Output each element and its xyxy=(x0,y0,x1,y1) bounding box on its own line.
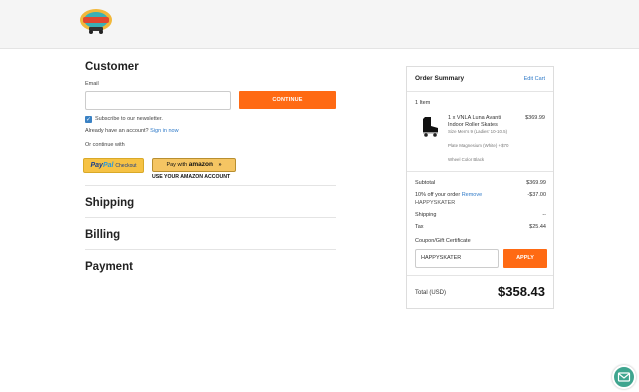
chat-button[interactable] xyxy=(612,365,636,389)
roller-skate-thumbnail xyxy=(423,117,438,137)
newsletter-label: Subscribe to our newsletter. xyxy=(95,116,163,122)
continue-button[interactable]: CONTINUE xyxy=(239,91,336,109)
order-summary-title: Order Summary xyxy=(415,75,465,82)
shipping-label: Shipping xyxy=(415,212,437,218)
paypal-checkout-label: Checkout xyxy=(115,163,137,169)
paypal-logo-pay: Pay xyxy=(90,162,103,169)
amazon-logo: amazon xyxy=(188,161,213,168)
subtotal-value: $369.99 xyxy=(526,180,546,186)
email-label: Email xyxy=(85,81,99,87)
summary-divider xyxy=(407,275,553,276)
item-name: 1 x VNLA Luna Avanti Indoor Roller Skate… xyxy=(448,115,502,128)
section-divider xyxy=(85,249,336,250)
tax-value: $25.44 xyxy=(529,224,546,230)
edit-cart-link[interactable]: Edit Cart xyxy=(524,76,545,82)
subtotal-row: Subtotal $369.99 xyxy=(415,180,546,186)
item-option-plate: Plate Magnesium (White) +$70 xyxy=(448,143,509,148)
account-prompt-text: Already have an account? xyxy=(85,128,149,134)
discount-label: 10% off your order xyxy=(415,192,461,198)
newsletter-option[interactable]: ✓ Subscribe to our newsletter. xyxy=(85,115,163,123)
sign-in-link[interactable]: Sign in now xyxy=(150,128,178,134)
subtotal-label: Subtotal xyxy=(415,180,436,186)
email-field[interactable] xyxy=(85,91,231,110)
item-option-size: Size Men's 9 (Ladies' 10-10.5) xyxy=(448,129,508,134)
shipping-heading: Shipping xyxy=(85,197,135,209)
total-label: Total (USD) xyxy=(415,290,447,296)
items-count: 1 Item xyxy=(415,100,431,106)
tax-label: Tax xyxy=(415,224,424,230)
amazon-pay-button[interactable]: Pay with amazon » xyxy=(152,158,236,172)
discount-value: -$37.00 xyxy=(527,192,546,198)
coupon-label-row: Coupon/Gift Certificate xyxy=(415,238,546,244)
order-summary: Order Summary Edit Cart 1 Item 1 x VNLA … xyxy=(406,66,554,309)
section-divider xyxy=(85,185,336,186)
section-divider xyxy=(85,217,336,218)
remove-discount-link[interactable]: Remove xyxy=(462,192,482,198)
summary-divider xyxy=(407,91,553,92)
tax-row: Tax $25.44 xyxy=(415,224,546,230)
continue-with-label: Or continue with xyxy=(85,142,125,148)
total-value: $358.43 xyxy=(498,284,545,299)
summary-divider xyxy=(407,171,553,172)
envelope-icon xyxy=(617,372,631,382)
item-option-wheel: Wheel Color Black xyxy=(448,157,485,162)
amazon-account-note: USE YOUR AMAZON ACCOUNT xyxy=(152,174,231,180)
discount-row: 10% off your order Remove -$37.00 xyxy=(415,192,546,198)
store-logo[interactable] xyxy=(77,6,115,36)
site-header xyxy=(0,0,639,49)
coupon-label: Coupon/Gift Certificate xyxy=(415,238,471,244)
paypal-checkout-button[interactable]: PayPal Checkout xyxy=(83,158,144,173)
amazon-arrows-icon: » xyxy=(218,162,222,168)
newsletter-checkbox[interactable]: ✓ xyxy=(85,115,92,123)
customer-heading: Customer xyxy=(85,61,139,73)
account-prompt: Already have an account? Sign in now xyxy=(85,128,179,134)
shipping-value: -- xyxy=(542,212,546,218)
billing-heading: Billing xyxy=(85,229,121,241)
apply-coupon-button[interactable]: APPLY xyxy=(503,249,547,268)
paypal-logo-pal: Pal xyxy=(102,162,114,169)
item-price: $369.99 xyxy=(525,115,545,121)
coupon-input[interactable]: HAPPYSKATER xyxy=(415,249,499,268)
shipping-row: Shipping -- xyxy=(415,212,546,218)
discount-code: HAPPYSKATER xyxy=(415,200,456,206)
payment-heading: Payment xyxy=(85,261,133,273)
amazon-pay-prefix: Pay with xyxy=(166,162,188,168)
